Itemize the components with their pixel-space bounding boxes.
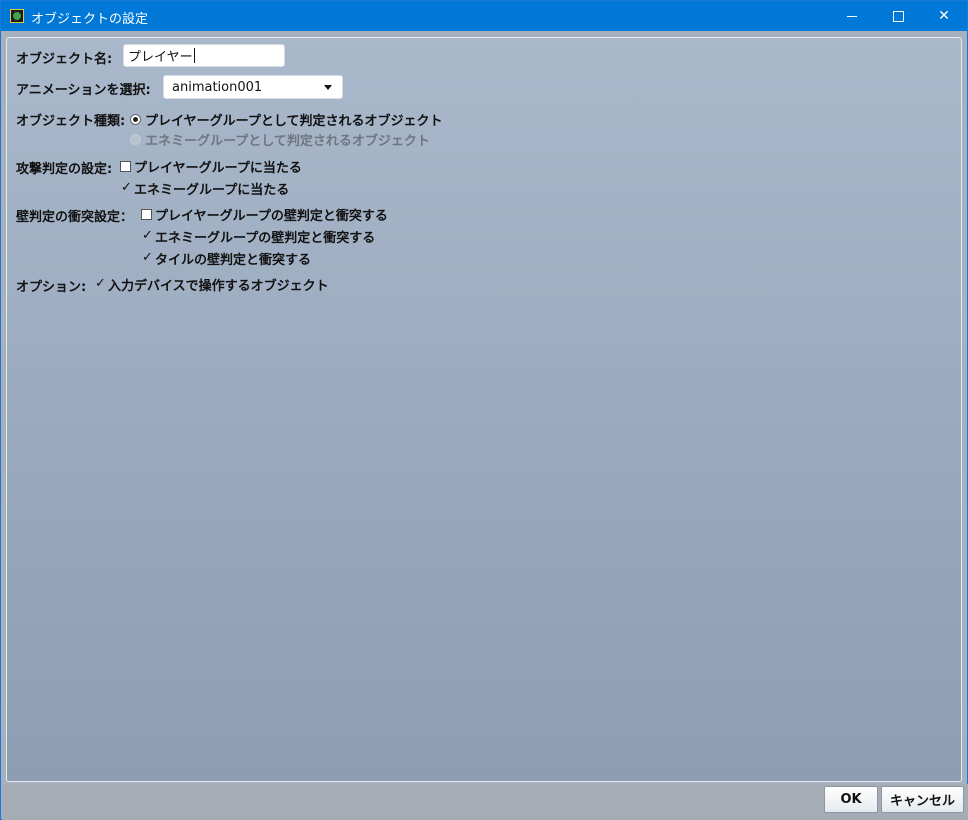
chevron-down-icon [324,85,332,90]
object-type-label: オブジェクト種類: [16,114,126,129]
object-name-value: プレイヤー [128,50,193,65]
animation-label: アニメーションを選択: [16,83,151,98]
radio-enemy-group[interactable]: エネミーグループとして判定されるオブジェクト [130,130,430,149]
title-bar[interactable]: オブジェクトの設定 ✕ [1,1,967,31]
checkbox-attack-enemy[interactable]: エネミーグループに当たる [120,179,289,198]
checkmark-icon [141,228,153,243]
checkbox-attack-player-label: プレイヤーグループに当たる [134,161,302,176]
radio-icon [130,134,141,145]
object-name-label: オブジェクト名: [16,52,113,67]
minimize-button[interactable] [829,1,875,31]
checkmark-icon [120,180,132,195]
checkmark-icon [94,276,106,291]
checkbox-wall-player-label: プレイヤーグループの壁判定と衝突する [155,209,388,224]
checkbox-wall-enemy[interactable]: エネミーグループの壁判定と衝突する [141,227,375,246]
attack-hit-label: 攻撃判定の設定: [16,162,113,177]
checkbox-wall-player[interactable]: プレイヤーグループの壁判定と衝突する [141,205,388,224]
checkbox-wall-enemy-label: エネミーグループの壁判定と衝突する [155,231,376,246]
checkbox-attack-enemy-label: エネミーグループに当たる [134,183,290,198]
checkbox-icon [141,209,152,220]
window-title: オブジェクトの設定 [31,12,149,27]
radio-enemy-group-label: エネミーグループとして判定されるオブジェクト [145,134,430,149]
cancel-button[interactable]: キャンセル [881,786,964,813]
radio-player-group-label: プレイヤーグループとして判定されるオブジェクト [145,114,443,129]
minimize-icon [847,15,857,17]
settings-window: オブジェクトの設定 ✕ オブジェクト名: プレイヤー アニメーションを選択: a… [0,0,968,820]
text-caret [193,48,195,63]
app-icon [10,9,24,23]
animation-select[interactable]: animation001 [163,75,343,99]
wall-collision-label: 壁判定の衝突設定： [16,210,134,225]
checkmark-icon [141,250,153,265]
options-label: オプション: [16,280,87,295]
checkbox-input-device[interactable]: 入力デバイスで操作するオブジェクト [94,275,329,294]
animation-selected-value: animation001 [172,79,263,95]
checkbox-wall-tile[interactable]: タイルの壁判定と衝突する [141,249,311,268]
maximize-icon [892,10,904,22]
ok-button[interactable]: OK [824,786,878,813]
checkbox-icon [120,161,131,172]
object-name-input[interactable]: プレイヤー [123,44,285,67]
checkbox-wall-tile-label: タイルの壁判定と衝突する [155,253,312,268]
radio-player-group[interactable]: プレイヤーグループとして判定されるオブジェクト [130,110,442,129]
checkbox-attack-player[interactable]: プレイヤーグループに当たる [120,157,302,176]
checkbox-input-device-label: 入力デバイスで操作するオブジェクト [108,279,329,294]
maximize-button[interactable] [875,1,921,31]
close-button[interactable]: ✕ [921,1,967,31]
radio-icon [130,114,141,125]
close-icon: ✕ [938,8,950,24]
